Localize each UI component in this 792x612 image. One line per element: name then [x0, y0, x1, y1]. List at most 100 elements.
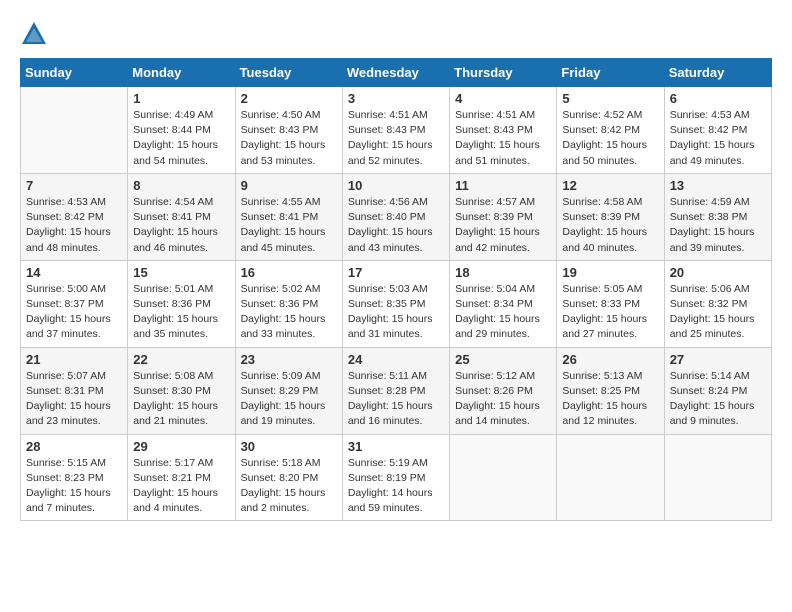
day-number: 7	[26, 178, 122, 193]
day-number: 23	[241, 352, 337, 367]
header-day-friday: Friday	[557, 59, 664, 87]
day-number: 31	[348, 439, 444, 454]
calendar-cell: 2Sunrise: 4:50 AM Sunset: 8:43 PM Daylig…	[235, 87, 342, 174]
calendar-cell: 10 Sunrise: 4:56 AM Sunset: 8:40 PM Dayli…	[342, 173, 449, 260]
calendar-cell: 4 Sunrise: 4:51 AM Sunset: 8:43 PM Daylig…	[450, 87, 557, 174]
day-number: 28	[26, 439, 122, 454]
calendar-cell: 8 Sunrise: 4:54 AM Sunset: 8:41 PM Daylig…	[128, 173, 235, 260]
calendar-cell	[664, 434, 771, 521]
day-info: Sunrise: 5:04 AM Sunset: 8:34 PM Dayligh…	[455, 282, 551, 343]
calendar-cell: 12 Sunrise: 4:58 AM Sunset: 8:39 PM Dayli…	[557, 173, 664, 260]
calendar-cell: 25 Sunrise: 5:12 AM Sunset: 8:26 PM Dayli…	[450, 347, 557, 434]
day-number: 27	[670, 352, 766, 367]
calendar-cell: 22 Sunrise: 5:08 AM Sunset: 8:30 PM Dayli…	[128, 347, 235, 434]
day-info: Sunrise: 5:18 AM Sunset: 8:20 PM Dayligh…	[241, 456, 337, 517]
day-info: Sunrise: 5:02 AM Sunset: 8:36 PM Dayligh…	[241, 282, 337, 343]
day-number: 5	[562, 91, 658, 106]
calendar-cell: 15Sunrise: 5:01 AM Sunset: 8:36 PM Dayli…	[128, 260, 235, 347]
day-info: Sunrise: 4:49 AM Sunset: 8:44 PM Dayligh…	[133, 108, 229, 169]
week-row-3: 21 Sunrise: 5:07 AM Sunset: 8:31 PM Dayli…	[21, 347, 772, 434]
day-number: 12	[562, 178, 658, 193]
day-info: Sunrise: 5:06 AM Sunset: 8:32 PM Dayligh…	[670, 282, 766, 343]
day-info: Sunrise: 4:54 AM Sunset: 8:41 PM Dayligh…	[133, 195, 229, 256]
day-number: 4	[455, 91, 551, 106]
calendar-header: SundayMondayTuesdayWednesdayThursdayFrid…	[21, 59, 772, 87]
day-info: Sunrise: 5:13 AM Sunset: 8:25 PM Dayligh…	[562, 369, 658, 430]
day-info: Sunrise: 5:07 AM Sunset: 8:31 PM Dayligh…	[26, 369, 122, 430]
day-number: 30	[241, 439, 337, 454]
day-info: Sunrise: 4:52 AM Sunset: 8:42 PM Dayligh…	[562, 108, 658, 169]
day-number: 6	[670, 91, 766, 106]
week-row-1: 7 Sunrise: 4:53 AM Sunset: 8:42 PM Daylig…	[21, 173, 772, 260]
day-info: Sunrise: 5:19 AM Sunset: 8:19 PM Dayligh…	[348, 456, 444, 517]
day-info: Sunrise: 4:53 AM Sunset: 8:42 PM Dayligh…	[26, 195, 122, 256]
day-number: 21	[26, 352, 122, 367]
day-info: Sunrise: 4:55 AM Sunset: 8:41 PM Dayligh…	[241, 195, 337, 256]
logo	[20, 20, 52, 48]
header-day-thursday: Thursday	[450, 59, 557, 87]
header-day-saturday: Saturday	[664, 59, 771, 87]
calendar-cell: 7 Sunrise: 4:53 AM Sunset: 8:42 PM Daylig…	[21, 173, 128, 260]
day-number: 9	[241, 178, 337, 193]
day-info: Sunrise: 5:17 AM Sunset: 8:21 PM Dayligh…	[133, 456, 229, 517]
day-number: 22	[133, 352, 229, 367]
week-row-0: 1 Sunrise: 4:49 AM Sunset: 8:44 PM Daylig…	[21, 87, 772, 174]
day-info: Sunrise: 5:08 AM Sunset: 8:30 PM Dayligh…	[133, 369, 229, 430]
calendar-cell: 24 Sunrise: 5:11 AM Sunset: 8:28 PM Dayli…	[342, 347, 449, 434]
day-number: 18	[455, 265, 551, 280]
day-info: Sunrise: 4:51 AM Sunset: 8:43 PM Dayligh…	[455, 108, 551, 169]
calendar-cell: 23 Sunrise: 5:09 AM Sunset: 8:29 PM Dayli…	[235, 347, 342, 434]
day-info: Sunrise: 5:12 AM Sunset: 8:26 PM Dayligh…	[455, 369, 551, 430]
calendar-cell: 18 Sunrise: 5:04 AM Sunset: 8:34 PM Dayli…	[450, 260, 557, 347]
day-info: Sunrise: 5:11 AM Sunset: 8:28 PM Dayligh…	[348, 369, 444, 430]
calendar-cell: 3 Sunrise: 4:51 AM Sunset: 8:43 PM Daylig…	[342, 87, 449, 174]
day-info: Sunrise: 4:57 AM Sunset: 8:39 PM Dayligh…	[455, 195, 551, 256]
day-number: 14	[26, 265, 122, 280]
calendar-cell	[557, 434, 664, 521]
header-day-tuesday: Tuesday	[235, 59, 342, 87]
day-number: 29	[133, 439, 229, 454]
day-number: 17	[348, 265, 444, 280]
page-header	[20, 20, 772, 48]
day-info: Sunrise: 4:59 AM Sunset: 8:38 PM Dayligh…	[670, 195, 766, 256]
header-day-sunday: Sunday	[21, 59, 128, 87]
day-info: Sunrise: 4:58 AM Sunset: 8:39 PM Dayligh…	[562, 195, 658, 256]
calendar-cell: 31 Sunrise: 5:19 AM Sunset: 8:19 PM Dayli…	[342, 434, 449, 521]
calendar-cell: 6 Sunrise: 4:53 AM Sunset: 8:42 PM Daylig…	[664, 87, 771, 174]
day-number: 8	[133, 178, 229, 193]
header-day-wednesday: Wednesday	[342, 59, 449, 87]
calendar-cell: 26Sunrise: 5:13 AM Sunset: 8:25 PM Dayli…	[557, 347, 664, 434]
day-number: 25	[455, 352, 551, 367]
day-number: 1	[133, 91, 229, 106]
calendar-cell: 27 Sunrise: 5:14 AM Sunset: 8:24 PM Dayli…	[664, 347, 771, 434]
header-row: SundayMondayTuesdayWednesdayThursdayFrid…	[21, 59, 772, 87]
day-number: 24	[348, 352, 444, 367]
day-info: Sunrise: 5:09 AM Sunset: 8:29 PM Dayligh…	[241, 369, 337, 430]
header-day-monday: Monday	[128, 59, 235, 87]
calendar-cell: 11Sunrise: 4:57 AM Sunset: 8:39 PM Dayli…	[450, 173, 557, 260]
calendar-cell: 13Sunrise: 4:59 AM Sunset: 8:38 PM Dayli…	[664, 173, 771, 260]
day-number: 3	[348, 91, 444, 106]
day-number: 10	[348, 178, 444, 193]
day-info: Sunrise: 4:51 AM Sunset: 8:43 PM Dayligh…	[348, 108, 444, 169]
day-number: 20	[670, 265, 766, 280]
calendar-cell: 20 Sunrise: 5:06 AM Sunset: 8:32 PM Dayli…	[664, 260, 771, 347]
calendar-cell: 14 Sunrise: 5:00 AM Sunset: 8:37 PM Dayli…	[21, 260, 128, 347]
calendar-cell: 17 Sunrise: 5:03 AM Sunset: 8:35 PM Dayli…	[342, 260, 449, 347]
day-number: 19	[562, 265, 658, 280]
logo-icon	[20, 20, 48, 48]
day-info: Sunrise: 5:15 AM Sunset: 8:23 PM Dayligh…	[26, 456, 122, 517]
calendar-cell: 29 Sunrise: 5:17 AM Sunset: 8:21 PM Dayli…	[128, 434, 235, 521]
day-info: Sunrise: 5:00 AM Sunset: 8:37 PM Dayligh…	[26, 282, 122, 343]
day-info: Sunrise: 5:14 AM Sunset: 8:24 PM Dayligh…	[670, 369, 766, 430]
calendar-cell: 5 Sunrise: 4:52 AM Sunset: 8:42 PM Daylig…	[557, 87, 664, 174]
calendar-cell: 28 Sunrise: 5:15 AM Sunset: 8:23 PM Dayli…	[21, 434, 128, 521]
day-info: Sunrise: 5:03 AM Sunset: 8:35 PM Dayligh…	[348, 282, 444, 343]
calendar-body: 1 Sunrise: 4:49 AM Sunset: 8:44 PM Daylig…	[21, 87, 772, 521]
day-info: Sunrise: 4:56 AM Sunset: 8:40 PM Dayligh…	[348, 195, 444, 256]
day-number: 2	[241, 91, 337, 106]
week-row-4: 28 Sunrise: 5:15 AM Sunset: 8:23 PM Dayli…	[21, 434, 772, 521]
calendar-cell: 16Sunrise: 5:02 AM Sunset: 8:36 PM Dayli…	[235, 260, 342, 347]
day-info: Sunrise: 4:53 AM Sunset: 8:42 PM Dayligh…	[670, 108, 766, 169]
calendar-cell: 1 Sunrise: 4:49 AM Sunset: 8:44 PM Daylig…	[128, 87, 235, 174]
